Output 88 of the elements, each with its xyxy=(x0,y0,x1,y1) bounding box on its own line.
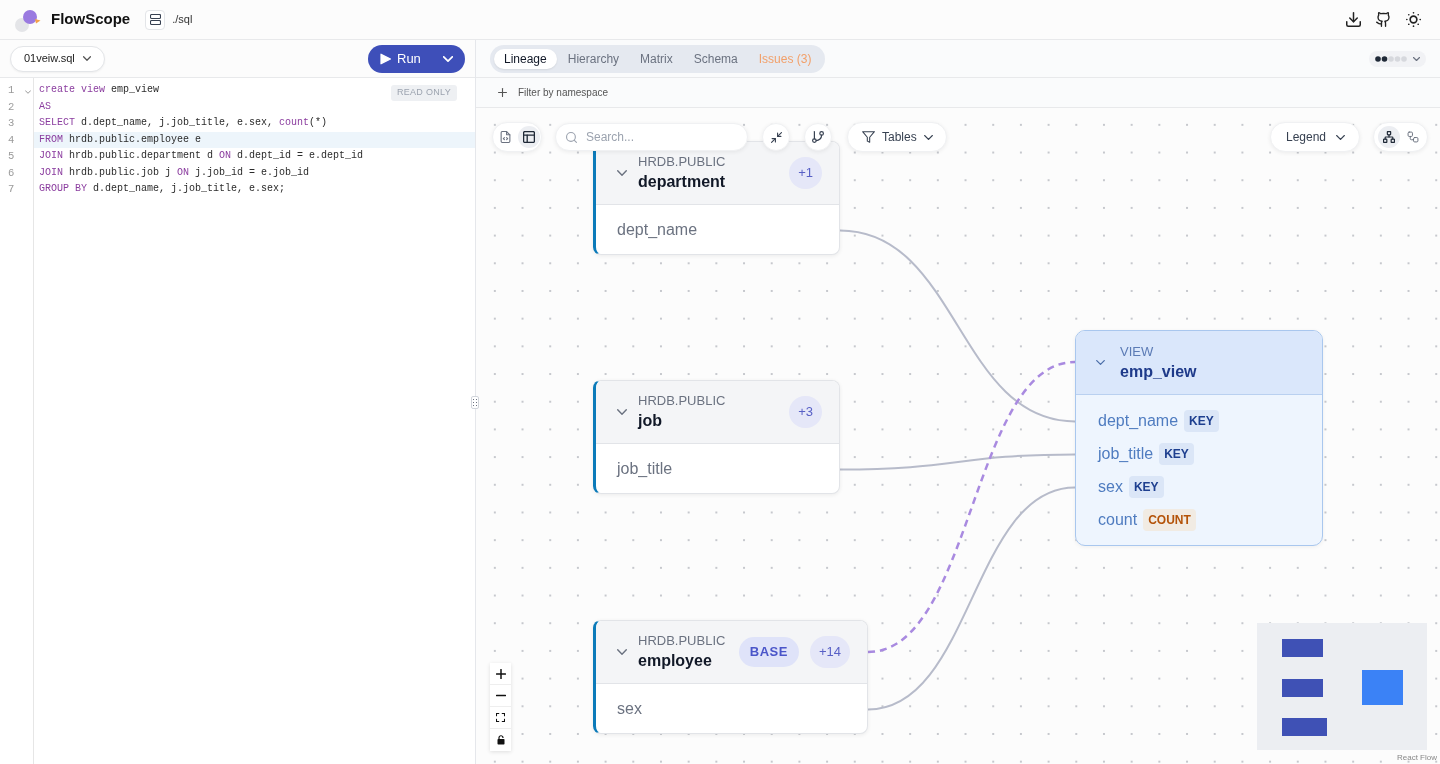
app-name: FlowScope xyxy=(51,9,131,30)
plus-icon xyxy=(495,668,506,679)
schema-label: HRDB.PUBLIC xyxy=(638,632,726,650)
code-line: GROUP BY d.dept_name, j.job_title, e.sex; xyxy=(39,182,286,196)
code-line: JOIN hrdb.public.department d ON d.dept_id = e.dept_id xyxy=(39,149,364,163)
table-icon xyxy=(523,131,535,143)
code-line: AS xyxy=(39,99,51,114)
search-field[interactable]: Search... xyxy=(555,123,748,151)
line-number: 5 xyxy=(7,149,15,164)
logo-icon xyxy=(13,7,41,32)
code-line: FROM hrdb.public.employee e xyxy=(39,132,202,147)
hierarchy-icon xyxy=(1382,131,1395,143)
view-name: emp_view xyxy=(1120,361,1197,382)
hidden-columns-badge: +14 xyxy=(809,636,850,668)
play-icon xyxy=(380,52,391,65)
branch-icon xyxy=(812,131,824,143)
type-filter-select[interactable]: Tables xyxy=(847,122,947,152)
view-tab[interactable]: Hierarchy xyxy=(557,48,630,69)
view-node[interactable]: VIEW emp_view dept_name KEY job_title KEY sex KEY count COUNT xyxy=(1075,330,1323,546)
column-name: dept_name xyxy=(1098,410,1179,431)
fit-view-icon xyxy=(496,713,505,722)
aggregate-tag: COUNT xyxy=(1143,508,1196,531)
chevron-down-icon xyxy=(1336,134,1345,140)
table-name: job xyxy=(638,411,663,431)
table-node[interactable]: HRDB.PUBLIC job +3 job_title xyxy=(593,380,840,494)
hierarchy-layout-button[interactable] xyxy=(1377,126,1400,148)
view-tab[interactable]: Schema xyxy=(683,48,748,69)
chevron-down-icon xyxy=(924,134,933,140)
column-name: job_title xyxy=(617,458,673,479)
detail-level-select[interactable] xyxy=(1369,50,1426,67)
code-line: create view emp_view xyxy=(39,83,160,97)
search-icon xyxy=(566,131,577,143)
column-name: count xyxy=(1098,509,1138,530)
column-name: job_title xyxy=(1098,443,1154,464)
filter-icon xyxy=(862,131,875,143)
role-badge: BASE xyxy=(738,637,799,667)
column-name: dept_name xyxy=(617,219,698,240)
chevron-down-icon xyxy=(1413,56,1420,61)
file-code-icon xyxy=(499,131,511,143)
key-tag: KEY xyxy=(1128,475,1164,498)
table-view-button[interactable] xyxy=(518,126,540,148)
table-name: employee xyxy=(638,651,713,671)
code-line: SELECT d.dept_name, j.job_title, e.sex, count(*) xyxy=(39,116,328,130)
minus-icon xyxy=(495,694,506,697)
storage-button[interactable] xyxy=(145,9,166,30)
hidden-columns-badge: +1 xyxy=(789,157,822,189)
sun-icon[interactable] xyxy=(1406,12,1421,27)
chevron-down-icon xyxy=(443,55,453,62)
line-number: 3 xyxy=(7,116,15,131)
column-name: sex xyxy=(617,698,642,719)
plus-icon xyxy=(498,88,507,97)
hidden-columns-badge: +3 xyxy=(789,396,822,428)
chevron-down-icon xyxy=(83,56,91,61)
node-type-label: VIEW xyxy=(1120,342,1155,361)
code-line: JOIN hrdb.public.job j ON j.job_id = e.job_id xyxy=(39,165,310,180)
attribution-link[interactable]: React Flow xyxy=(1397,753,1437,763)
file-select[interactable]: 01veiw.sql xyxy=(10,45,105,72)
path-label: ./sql xyxy=(172,12,193,28)
branch-button[interactable] xyxy=(804,123,832,151)
key-tag: KEY xyxy=(1159,442,1194,465)
filter-button[interactable]: Filter by namespace xyxy=(498,85,609,100)
table-node[interactable]: HRDB.PUBLIC department +1 dept_name xyxy=(593,141,840,255)
chevron-down-icon[interactable] xyxy=(617,649,627,655)
download-icon[interactable] xyxy=(1346,12,1361,27)
line-number: 4 xyxy=(7,132,15,148)
server-icon xyxy=(149,14,161,25)
line-number: 2 xyxy=(7,99,15,115)
key-tag: KEY xyxy=(1184,409,1219,432)
chevron-down-icon[interactable] xyxy=(1096,360,1105,365)
line-number: 6 xyxy=(7,165,15,181)
collapse-button[interactable] xyxy=(762,123,790,151)
column-name: sex xyxy=(1098,476,1123,497)
line-number: 7 xyxy=(7,182,15,197)
chevron-down-icon[interactable] xyxy=(617,170,627,176)
lock-icon xyxy=(496,735,505,745)
github-icon[interactable] xyxy=(1376,12,1391,27)
table-node[interactable]: HRDB.PUBLIC employee BASE +14 sex xyxy=(593,620,868,734)
linked-nodes-icon xyxy=(1406,131,1419,143)
schema-label: HRDB.PUBLIC xyxy=(638,153,726,171)
view-tab[interactable]: Matrix xyxy=(630,48,683,69)
run-button[interactable]: Run xyxy=(368,44,465,73)
table-name: department xyxy=(638,172,726,192)
read-only-badge: READ ONLY xyxy=(390,85,457,101)
line-number: 1 xyxy=(7,83,15,98)
legend-select[interactable]: Legend xyxy=(1270,122,1360,152)
collapse-icon xyxy=(770,131,782,143)
chevron-down-icon[interactable] xyxy=(617,409,627,415)
schema-label: HRDB.PUBLIC xyxy=(638,392,726,410)
